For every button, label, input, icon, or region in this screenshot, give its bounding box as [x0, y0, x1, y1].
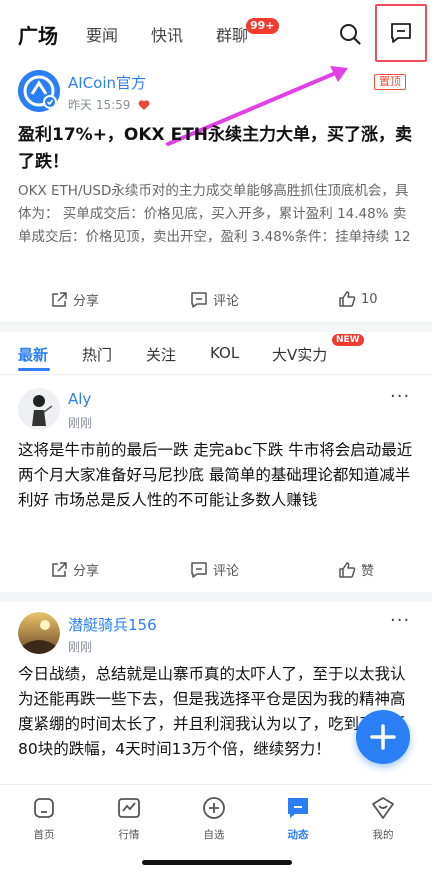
feed-tab-kol[interactable]: KOL [210, 344, 239, 362]
comment-icon [191, 291, 207, 308]
like-button[interactable]: 赞 [338, 560, 374, 579]
add-circle-icon [203, 797, 225, 819]
avatar-aly[interactable] [18, 388, 60, 430]
feed-tab-hot[interactable]: 热门 [82, 344, 112, 365]
comment-icon [191, 561, 207, 578]
plus-icon [370, 724, 396, 750]
active-tab-indicator [18, 368, 50, 371]
share-icon [52, 291, 67, 307]
like-count: 10 [361, 291, 378, 307]
comment-label: 评论 [213, 294, 240, 309]
home-icon [34, 798, 54, 818]
post-time: 刚刚 [68, 416, 93, 430]
nav-label: 我的 [372, 829, 394, 841]
chart-icon [118, 798, 140, 818]
comment-label: 评论 [213, 564, 240, 579]
nav-label: 首页 [33, 829, 55, 841]
post-headline[interactable]: 盈利17%+，OKX ETH永续主力大单，买了涨，卖了跌！ [18, 122, 414, 176]
nav-label: 动态 [287, 829, 309, 841]
share-button[interactable]: 分享 [50, 560, 99, 579]
thumbs-up-icon [339, 291, 356, 307]
like-label: 赞 [361, 564, 375, 579]
feed-tab-latest[interactable]: 最新 [18, 344, 48, 365]
new-badge: NEW [332, 334, 364, 346]
nav-home[interactable]: 首页 [14, 795, 74, 842]
section-divider [0, 322, 432, 332]
create-post-button[interactable] [356, 710, 410, 764]
nav-label: 行情 [118, 829, 140, 841]
share-icon [52, 561, 67, 577]
avatar-submarine-knight[interactable] [18, 612, 60, 654]
feed-icon [288, 798, 308, 818]
share-label: 分享 [73, 564, 100, 579]
share-button[interactable]: 分享 [50, 290, 99, 309]
post-summary[interactable]: OKX ETH/USD永续币对的主力成交单能够高胜抓住顶底机会，具体为： 买单成… [18, 180, 414, 252]
share-label: 分享 [73, 294, 100, 309]
feed-tab-big-v[interactable]: 大V实力 [272, 344, 327, 365]
post-text[interactable]: 这将是牛市前的最后一跌 走完abc下跌 牛市将会启动最近两个月大家准备好马尼抄底… [18, 438, 418, 513]
nav-label: 自选 [203, 829, 225, 841]
section-divider [0, 592, 432, 602]
profile-icon [372, 797, 394, 819]
like-button[interactable]: 10 [338, 290, 378, 308]
nav-watchlist[interactable]: 自选 [184, 795, 244, 842]
nav-profile[interactable]: 我的 [353, 795, 413, 842]
home-indicator [142, 860, 292, 865]
author-name[interactable]: Aly [68, 390, 91, 408]
post-time: 刚刚 [68, 640, 93, 654]
more-options-icon[interactable]: ··· [390, 610, 410, 631]
comment-button[interactable]: 评论 [190, 560, 239, 579]
nav-feed[interactable]: 动态 [268, 795, 328, 842]
feed-tab-following[interactable]: 关注 [146, 344, 176, 365]
comment-button[interactable]: 评论 [190, 290, 239, 309]
more-options-icon[interactable]: ··· [390, 386, 410, 407]
author-name[interactable]: 潜艇骑兵156 [68, 614, 157, 635]
tab-divider [0, 374, 432, 375]
nav-market[interactable]: 行情 [99, 795, 159, 842]
thumbs-up-icon [339, 561, 356, 578]
